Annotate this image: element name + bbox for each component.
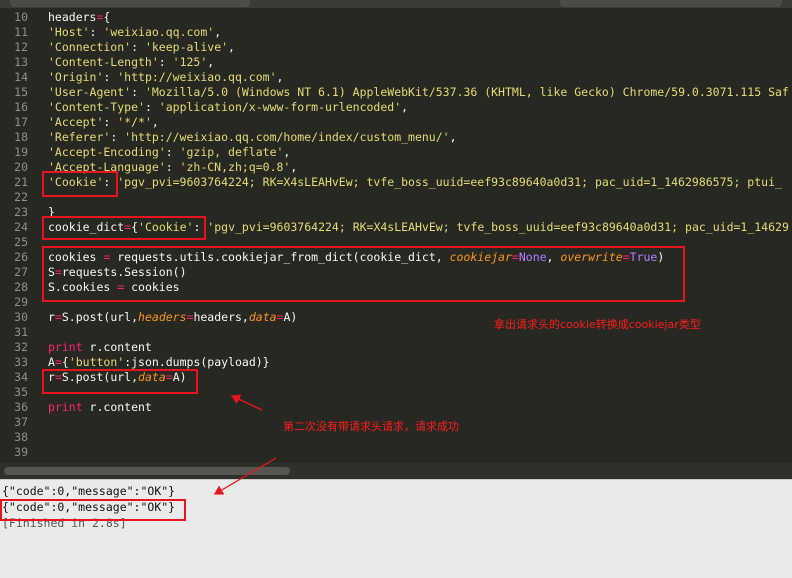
line-number: 12 <box>14 40 28 54</box>
line-number: 23 <box>14 205 28 219</box>
highlight-box-cookie-dict <box>42 216 206 240</box>
line-number: 18 <box>14 130 28 144</box>
scrollbar-thumb[interactable] <box>4 467 290 475</box>
line-number: 34 <box>14 370 28 384</box>
line-number: 39 <box>14 445 28 459</box>
code-line[interactable]: 'Accept-Encoding': 'gzip, deflate', <box>48 145 290 160</box>
line-number: 28 <box>14 280 28 294</box>
highlight-box-cookiejar <box>42 246 685 302</box>
editor-tab[interactable] <box>10 0 250 7</box>
code-line[interactable]: A={'button':json.dumps(payload)} <box>48 355 270 370</box>
horizontal-scrollbar[interactable] <box>0 463 792 479</box>
line-number: 20 <box>14 160 28 174</box>
line-number: 30 <box>14 310 28 324</box>
line-number: 36 <box>14 400 28 414</box>
editor-tab[interactable] <box>560 0 782 7</box>
line-number: 19 <box>14 145 28 159</box>
code-line[interactable]: print r.content <box>48 340 152 355</box>
line-number: 37 <box>14 415 28 429</box>
code-line[interactable]: r=S.post(url,headers=headers,data=A) <box>48 310 297 325</box>
line-number: 35 <box>14 385 28 399</box>
annotation-second-request: 第二次没有带请求头请求，请求成功 <box>283 420 459 433</box>
build-output-panel: {"code":0,"message":"OK"} {"code":0,"mes… <box>0 479 792 578</box>
code-line[interactable]: 'Accept': '*/*', <box>48 115 159 130</box>
line-number: 14 <box>14 70 28 84</box>
line-number: 26 <box>14 250 28 264</box>
line-number: 24 <box>14 220 28 234</box>
line-number: 33 <box>14 355 28 369</box>
code-line[interactable]: 'Cookie': 'pgv_pvi=9603764224; RK=X4sLEA… <box>48 175 782 190</box>
code-line[interactable]: headers={ <box>48 10 110 25</box>
editor-tab-bar <box>0 0 792 8</box>
highlight-box-second-post <box>42 369 198 394</box>
line-number: 15 <box>14 85 28 99</box>
line-number: 16 <box>14 100 28 114</box>
line-number: 13 <box>14 55 28 69</box>
code-line[interactable]: 'Referer': 'http://weixiao.qq.com/home/i… <box>48 130 457 145</box>
line-number: 21 <box>14 175 28 189</box>
code-line[interactable]: 'Origin': 'http://weixiao.qq.com', <box>48 70 283 85</box>
output-line: {"code":0,"message":"OK"} <box>2 484 176 498</box>
code-line[interactable]: 'Content-Type': 'application/x-www-form-… <box>48 100 408 115</box>
code-line[interactable]: 'Host': 'weixiao.qq.com', <box>48 25 221 40</box>
line-number: 31 <box>14 325 28 339</box>
line-number: 22 <box>14 190 28 204</box>
code-line[interactable]: 'User-Agent': 'Mozilla/5.0 (Windows NT 6… <box>48 85 789 100</box>
code-line[interactable]: 'Content-Length': '125', <box>48 55 214 70</box>
annotation-cookie-to-jar: 拿出请求头的cookie转换成cookiejar类型 <box>494 318 701 331</box>
line-number: 11 <box>14 25 28 39</box>
code-line[interactable]: print r.content <box>48 400 152 415</box>
line-number: 10 <box>14 10 28 24</box>
line-number: 17 <box>14 115 28 129</box>
highlight-box-cookie-key <box>42 171 118 197</box>
line-number: 32 <box>14 340 28 354</box>
line-number: 29 <box>14 295 28 309</box>
line-number: 27 <box>14 265 28 279</box>
line-number: 25 <box>14 235 28 249</box>
code-line[interactable]: 'Connection': 'keep-alive', <box>48 40 235 55</box>
line-number: 38 <box>14 430 28 444</box>
highlight-box-output <box>0 499 186 521</box>
